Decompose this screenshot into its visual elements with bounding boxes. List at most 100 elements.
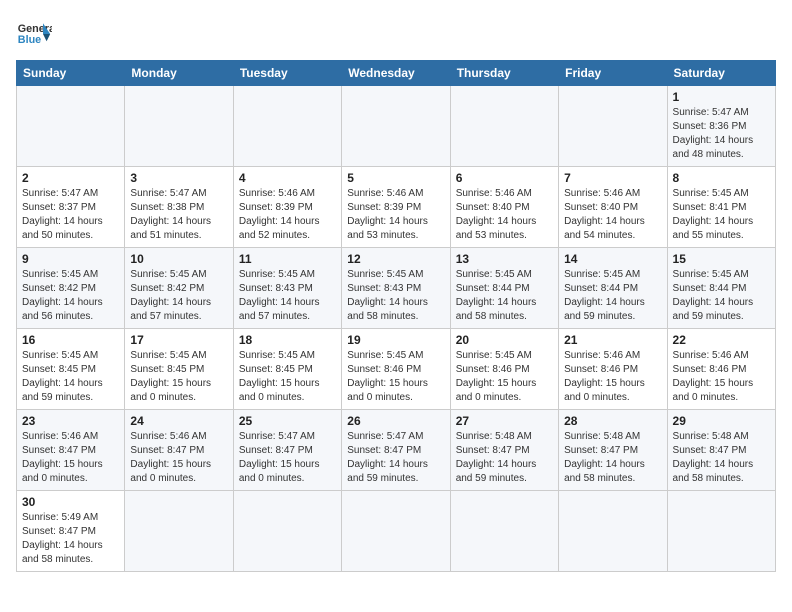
logo-icon: General Blue — [16, 16, 52, 52]
calendar-day-cell: 11Sunrise: 5:45 AMSunset: 8:43 PMDayligh… — [233, 248, 341, 329]
calendar-day-cell: 3 Sunrise: 5:47 AMSunset: 8:38 PMDaylight… — [125, 167, 233, 248]
calendar-day-cell: 24 Sunrise: 5:46 AMSunset: 8:47 PMDayligh… — [125, 410, 233, 491]
day-number: 26 — [347, 414, 444, 428]
calendar-day-cell: 26Sunrise: 5:47 AMSunset: 8:47 PMDayligh… — [342, 410, 450, 491]
calendar-day-cell: 7 Sunrise: 5:46 AMSunset: 8:40 PMDaylight… — [559, 167, 667, 248]
day-info: Sunrise: 5:45 AMSunset: 8:42 PMDaylight:… — [22, 268, 119, 324]
day-info: Sunrise: 5:45 AMSunset: 8:45 PMDaylight:… — [239, 349, 336, 405]
calendar-week-row: 1 Sunrise: 5:47 AMSunset: 8:36 PMDaylight… — [17, 86, 776, 167]
calendar-day-cell — [450, 86, 558, 167]
calendar-body: 1 Sunrise: 5:47 AMSunset: 8:36 PMDaylight… — [17, 86, 776, 572]
day-number: 10 — [130, 252, 227, 266]
calendar-day-cell: 10 Sunrise: 5:45 AMSunset: 8:42 PMDayligh… — [125, 248, 233, 329]
day-number: 30 — [22, 495, 119, 509]
calendar-day-cell — [667, 491, 775, 572]
calendar-day-cell — [342, 86, 450, 167]
calendar-day-cell: 6 Sunrise: 5:46 AMSunset: 8:40 PMDaylight… — [450, 167, 558, 248]
calendar-header-row: SundayMondayTuesdayWednesdayThursdayFrid… — [17, 61, 776, 86]
day-number: 18 — [239, 333, 336, 347]
calendar-day-cell: 18 Sunrise: 5:45 AMSunset: 8:45 PMDayligh… — [233, 329, 341, 410]
day-info: Sunrise: 5:47 AMSunset: 8:38 PMDaylight:… — [130, 187, 227, 243]
calendar-day-cell: 8Sunrise: 5:45 AMSunset: 8:41 PMDaylight… — [667, 167, 775, 248]
day-number: 23 — [22, 414, 119, 428]
day-number: 28 — [564, 414, 661, 428]
weekday-header-saturday: Saturday — [667, 61, 775, 86]
day-number: 14 — [564, 252, 661, 266]
calendar-day-cell: 30 Sunrise: 5:49 AMSunset: 8:47 PMDayligh… — [17, 491, 125, 572]
day-info: Sunrise: 5:46 AMSunset: 8:47 PMDaylight:… — [130, 430, 227, 486]
calendar-day-cell: 19Sunrise: 5:45 AMSunset: 8:46 PMDayligh… — [342, 329, 450, 410]
calendar-day-cell: 13 Sunrise: 5:45 AMSunset: 8:44 PMDayligh… — [450, 248, 558, 329]
day-number: 4 — [239, 171, 336, 185]
day-info: Sunrise: 5:46 AMSunset: 8:40 PMDaylight:… — [564, 187, 661, 243]
day-number: 16 — [22, 333, 119, 347]
day-number: 27 — [456, 414, 553, 428]
day-info: Sunrise: 5:46 AMSunset: 8:47 PMDaylight:… — [22, 430, 119, 486]
day-info: Sunrise: 5:46 AMSunset: 8:40 PMDaylight:… — [456, 187, 553, 243]
day-info: Sunrise: 5:48 AMSunset: 8:47 PMDaylight:… — [456, 430, 553, 486]
day-info: Sunrise: 5:46 AMSunset: 8:39 PMDaylight:… — [239, 187, 336, 243]
calendar-week-row: 30 Sunrise: 5:49 AMSunset: 8:47 PMDayligh… — [17, 491, 776, 572]
calendar-day-cell — [17, 86, 125, 167]
day-info: Sunrise: 5:45 AMSunset: 8:43 PMDaylight:… — [347, 268, 444, 324]
calendar-day-cell: 20 Sunrise: 5:45 AMSunset: 8:46 PMDayligh… — [450, 329, 558, 410]
calendar-day-cell: 27 Sunrise: 5:48 AMSunset: 8:47 PMDayligh… — [450, 410, 558, 491]
day-number: 1 — [673, 90, 770, 104]
calendar-day-cell: 16Sunrise: 5:45 AMSunset: 8:45 PMDayligh… — [17, 329, 125, 410]
day-info: Sunrise: 5:45 AMSunset: 8:44 PMDaylight:… — [673, 268, 770, 324]
calendar-day-cell: 23 Sunrise: 5:46 AMSunset: 8:47 PMDayligh… — [17, 410, 125, 491]
day-number: 12 — [347, 252, 444, 266]
day-info: Sunrise: 5:48 AMSunset: 8:47 PMDaylight:… — [673, 430, 770, 486]
svg-text:Blue: Blue — [18, 34, 41, 46]
day-number: 20 — [456, 333, 553, 347]
calendar-day-cell: 22 Sunrise: 5:46 AMSunset: 8:46 PMDayligh… — [667, 329, 775, 410]
day-number: 3 — [130, 171, 227, 185]
day-number: 22 — [673, 333, 770, 347]
calendar-day-cell — [233, 491, 341, 572]
calendar-day-cell: 1 Sunrise: 5:47 AMSunset: 8:36 PMDaylight… — [667, 86, 775, 167]
calendar-day-cell: 25Sunrise: 5:47 AMSunset: 8:47 PMDayligh… — [233, 410, 341, 491]
day-number: 6 — [456, 171, 553, 185]
weekday-header-wednesday: Wednesday — [342, 61, 450, 86]
day-number: 21 — [564, 333, 661, 347]
calendar-day-cell: 14 Sunrise: 5:45 AMSunset: 8:44 PMDayligh… — [559, 248, 667, 329]
calendar-day-cell: 21 Sunrise: 5:46 AMSunset: 8:46 PMDayligh… — [559, 329, 667, 410]
calendar-day-cell: 29 Sunrise: 5:48 AMSunset: 8:47 PMDayligh… — [667, 410, 775, 491]
calendar-day-cell: 17Sunrise: 5:45 AMSunset: 8:45 PMDayligh… — [125, 329, 233, 410]
day-info: Sunrise: 5:45 AMSunset: 8:44 PMDaylight:… — [456, 268, 553, 324]
day-number: 8 — [673, 171, 770, 185]
logo: General Blue — [16, 16, 58, 52]
weekday-header-tuesday: Tuesday — [233, 61, 341, 86]
calendar-day-cell — [233, 86, 341, 167]
calendar-day-cell: 28 Sunrise: 5:48 AMSunset: 8:47 PMDayligh… — [559, 410, 667, 491]
weekday-header-sunday: Sunday — [17, 61, 125, 86]
day-number: 19 — [347, 333, 444, 347]
day-number: 25 — [239, 414, 336, 428]
day-info: Sunrise: 5:46 AMSunset: 8:46 PMDaylight:… — [564, 349, 661, 405]
day-info: Sunrise: 5:45 AMSunset: 8:42 PMDaylight:… — [130, 268, 227, 324]
calendar: SundayMondayTuesdayWednesdayThursdayFrid… — [16, 60, 776, 572]
day-info: Sunrise: 5:45 AMSunset: 8:44 PMDaylight:… — [564, 268, 661, 324]
calendar-day-cell — [559, 491, 667, 572]
day-number: 24 — [130, 414, 227, 428]
header: General Blue — [16, 16, 776, 52]
calendar-day-cell — [450, 491, 558, 572]
day-info: Sunrise: 5:46 AMSunset: 8:46 PMDaylight:… — [673, 349, 770, 405]
calendar-day-cell: 4 Sunrise: 5:46 AMSunset: 8:39 PMDaylight… — [233, 167, 341, 248]
day-number: 7 — [564, 171, 661, 185]
day-info: Sunrise: 5:45 AMSunset: 8:46 PMDaylight:… — [456, 349, 553, 405]
calendar-day-cell — [125, 86, 233, 167]
day-info: Sunrise: 5:49 AMSunset: 8:47 PMDaylight:… — [22, 511, 119, 567]
day-number: 17 — [130, 333, 227, 347]
day-info: Sunrise: 5:47 AMSunset: 8:37 PMDaylight:… — [22, 187, 119, 243]
weekday-header-friday: Friday — [559, 61, 667, 86]
day-info: Sunrise: 5:47 AMSunset: 8:36 PMDaylight:… — [673, 106, 770, 162]
day-info: Sunrise: 5:48 AMSunset: 8:47 PMDaylight:… — [564, 430, 661, 486]
calendar-day-cell — [559, 86, 667, 167]
day-number: 13 — [456, 252, 553, 266]
day-number: 29 — [673, 414, 770, 428]
day-info: Sunrise: 5:45 AMSunset: 8:43 PMDaylight:… — [239, 268, 336, 324]
calendar-week-row: 9Sunrise: 5:45 AMSunset: 8:42 PMDaylight… — [17, 248, 776, 329]
calendar-day-cell — [342, 491, 450, 572]
calendar-day-cell — [125, 491, 233, 572]
